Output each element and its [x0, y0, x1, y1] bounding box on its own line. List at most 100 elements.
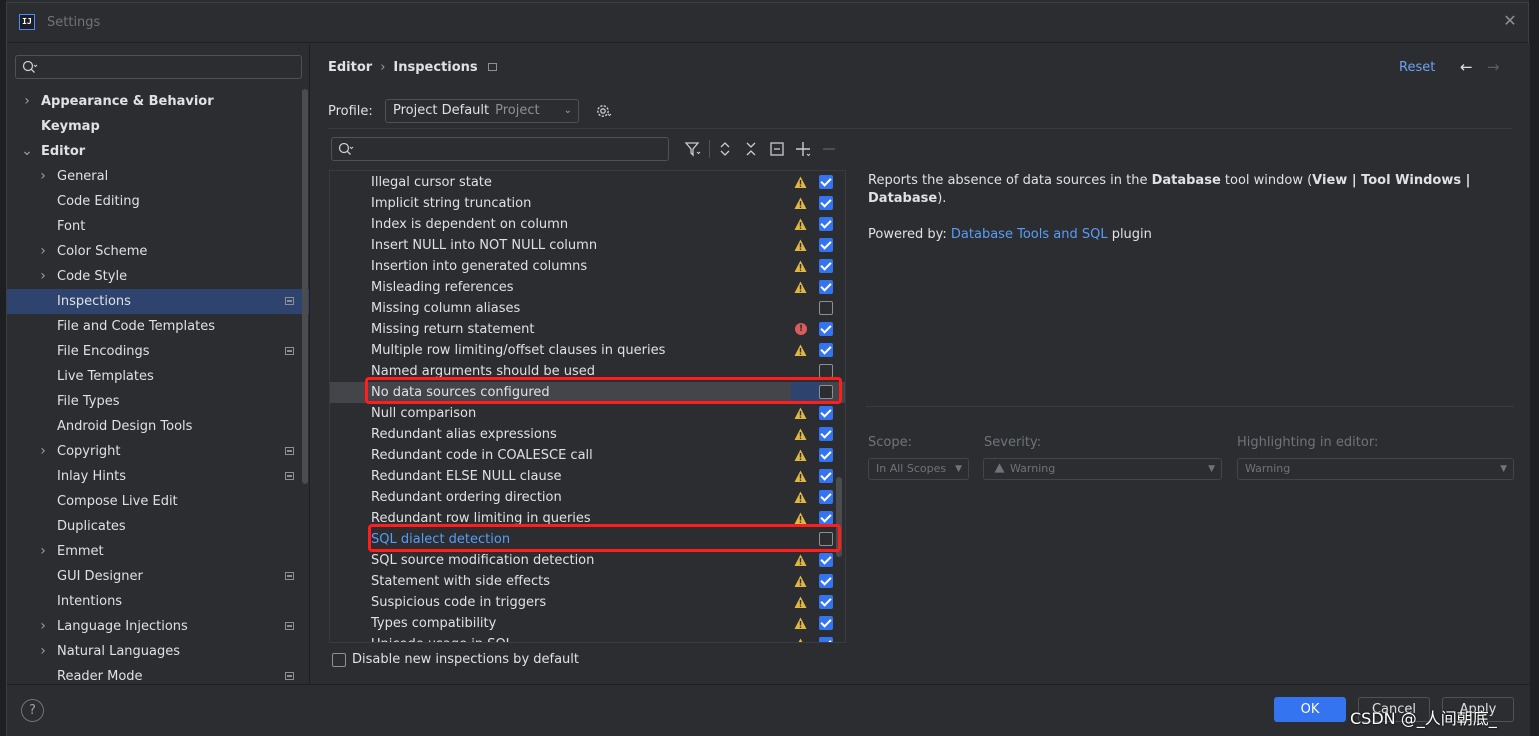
plugin-link[interactable]: Database Tools and SQL — [951, 227, 1108, 242]
inspection-checkbox[interactable] — [819, 322, 833, 336]
severity-select[interactable]: Warning ▼ — [983, 458, 1222, 480]
profile-select[interactable]: Project Default Project ⌄ — [385, 99, 579, 123]
chevron-right-icon[interactable]: › — [37, 639, 49, 664]
chevron-down-icon[interactable]: ⌄ — [21, 139, 33, 164]
breadcrumb-editor[interactable]: Editor — [328, 60, 372, 75]
sidebar-item-font[interactable]: Font — [7, 214, 309, 239]
inspection-name: SQL source modification detection — [371, 553, 595, 568]
sidebar-item-label: Inspections — [57, 294, 131, 309]
arrow-right-icon[interactable]: → — [1487, 58, 1500, 76]
inspection-row[interactable]: Redundant alias expressions — [330, 424, 845, 445]
inspection-row[interactable]: Redundant ELSE NULL clause — [330, 466, 845, 487]
inspection-row[interactable]: Statement with side effects — [330, 571, 845, 592]
sidebar-item-live-templates[interactable]: Live Templates — [7, 364, 309, 389]
sidebar-item-compose-live-edit[interactable]: Compose Live Edit — [7, 489, 309, 514]
inspection-checkbox[interactable] — [819, 196, 833, 210]
inspection-row[interactable]: Illegal cursor state — [330, 172, 845, 193]
sidebar-search-input[interactable] — [15, 55, 302, 79]
inspection-checkbox[interactable] — [819, 469, 833, 483]
ok-button[interactable]: OK — [1274, 697, 1346, 722]
sidebar-item-code-editing[interactable]: Code Editing — [7, 189, 309, 214]
inspection-checkbox[interactable] — [819, 595, 833, 609]
sidebar-item-file-and-code-templates[interactable]: File and Code Templates — [7, 314, 309, 339]
chevron-right-icon[interactable]: › — [37, 264, 49, 289]
chevron-right-icon[interactable]: › — [37, 439, 49, 464]
collapse-all-icon[interactable] — [742, 140, 760, 158]
inspection-row[interactable]: Missing column aliases — [330, 298, 845, 319]
sidebar-item-language-injections[interactable]: › Language Injections — [7, 614, 309, 639]
inspection-checkbox[interactable] — [819, 238, 833, 252]
inspection-row[interactable]: Multiple row limiting/offset clauses in … — [330, 340, 845, 361]
inspection-row[interactable]: Redundant code in COALESCE call — [330, 445, 845, 466]
reset-link[interactable]: Reset — [1399, 60, 1435, 75]
sidebar-item-inlay-hints[interactable]: Inlay Hints — [7, 464, 309, 489]
inspection-checkbox[interactable] — [819, 301, 833, 315]
sidebar-item-general[interactable]: › General — [7, 164, 309, 189]
inspection-row[interactable]: Insert NULL into NOT NULL column — [330, 235, 845, 256]
sidebar-scrollbar[interactable] — [302, 89, 308, 484]
sidebar-item-inspections[interactable]: Inspections — [7, 289, 309, 314]
project-scope-icon — [285, 672, 294, 680]
checkbox[interactable] — [332, 653, 346, 667]
inspections-search-input[interactable] — [331, 137, 669, 161]
sidebar-item-android-design-tools[interactable]: Android Design Tools — [7, 414, 309, 439]
sidebar-item-gui-designer[interactable]: GUI Designer — [7, 564, 309, 589]
inspection-row[interactable]: Unicode usage in SQL — [330, 634, 845, 642]
sidebar-item-emmet[interactable]: › Emmet — [7, 539, 309, 564]
inspection-checkbox[interactable] — [819, 175, 833, 189]
close-icon[interactable]: ✕ — [1502, 13, 1518, 29]
inspection-checkbox[interactable] — [819, 343, 833, 357]
inspection-row[interactable]: Missing return statement! — [330, 319, 845, 340]
inspection-checkbox[interactable] — [819, 553, 833, 567]
inspection-row[interactable]: Index is dependent on column — [330, 214, 845, 235]
inspection-checkbox[interactable] — [819, 448, 833, 462]
help-button[interactable]: ? — [21, 699, 44, 722]
copy-icon[interactable] — [768, 140, 786, 158]
sidebar-item-duplicates[interactable]: Duplicates — [7, 514, 309, 539]
inspection-row[interactable]: Suspicious code in triggers — [330, 592, 845, 613]
inspection-row[interactable]: Types compatibility — [330, 613, 845, 634]
arrow-left-icon[interactable]: ← — [1460, 58, 1473, 76]
chevron-right-icon[interactable]: › — [21, 89, 33, 114]
project-scope-icon — [285, 297, 294, 305]
inspection-checkbox[interactable] — [819, 280, 833, 294]
inspection-row[interactable]: SQL source modification detection — [330, 550, 845, 571]
sidebar-item-appearance-behavior[interactable]: › Appearance & Behavior — [7, 89, 309, 114]
sidebar-item-file-types[interactable]: File Types — [7, 389, 309, 414]
remove-icon[interactable] — [820, 140, 838, 158]
expand-all-icon[interactable] — [716, 140, 734, 158]
sidebar-item-editor[interactable]: ⌄ Editor — [7, 139, 309, 164]
inspection-row[interactable]: Redundant ordering direction — [330, 487, 845, 508]
inspection-checkbox[interactable] — [819, 490, 833, 504]
inspection-row[interactable]: Misleading references — [330, 277, 845, 298]
inspection-checkbox[interactable] — [819, 406, 833, 420]
sidebar-item-natural-languages[interactable]: › Natural Languages — [7, 639, 309, 664]
sidebar-item-copyright[interactable]: › Copyright — [7, 439, 309, 464]
inspection-row[interactable]: Null comparison — [330, 403, 845, 424]
inspection-checkbox[interactable] — [819, 427, 833, 441]
chevron-right-icon[interactable]: › — [37, 164, 49, 189]
inspection-checkbox[interactable] — [819, 574, 833, 588]
filter-icon[interactable] — [684, 140, 702, 158]
inspection-checkbox[interactable] — [819, 511, 833, 525]
inspection-checkbox[interactable] — [819, 259, 833, 273]
gear-icon[interactable] — [594, 102, 612, 120]
inspection-checkbox[interactable] — [819, 364, 833, 378]
inspection-row[interactable]: Insertion into generated columns — [330, 256, 845, 277]
sidebar-item-intentions[interactable]: Intentions — [7, 589, 309, 614]
inspection-checkbox[interactable] — [819, 637, 833, 642]
sidebar-item-file-encodings[interactable]: File Encodings — [7, 339, 309, 364]
sidebar-item-label: GUI Designer — [57, 569, 143, 584]
chevron-right-icon[interactable]: › — [37, 239, 49, 264]
scope-select[interactable]: In All Scopes ▼ — [868, 458, 969, 480]
add-icon[interactable] — [794, 140, 812, 158]
inspection-checkbox[interactable] — [819, 217, 833, 231]
highlighting-select[interactable]: Warning ▼ — [1237, 458, 1514, 480]
chevron-right-icon[interactable]: › — [37, 614, 49, 639]
sidebar-item-code-style[interactable]: › Code Style — [7, 264, 309, 289]
inspection-row[interactable]: Implicit string truncation — [330, 193, 845, 214]
inspection-checkbox[interactable] — [819, 616, 833, 630]
chevron-right-icon[interactable]: › — [37, 539, 49, 564]
sidebar-item-color-scheme[interactable]: › Color Scheme — [7, 239, 309, 264]
sidebar-item-keymap[interactable]: Keymap — [7, 114, 309, 139]
